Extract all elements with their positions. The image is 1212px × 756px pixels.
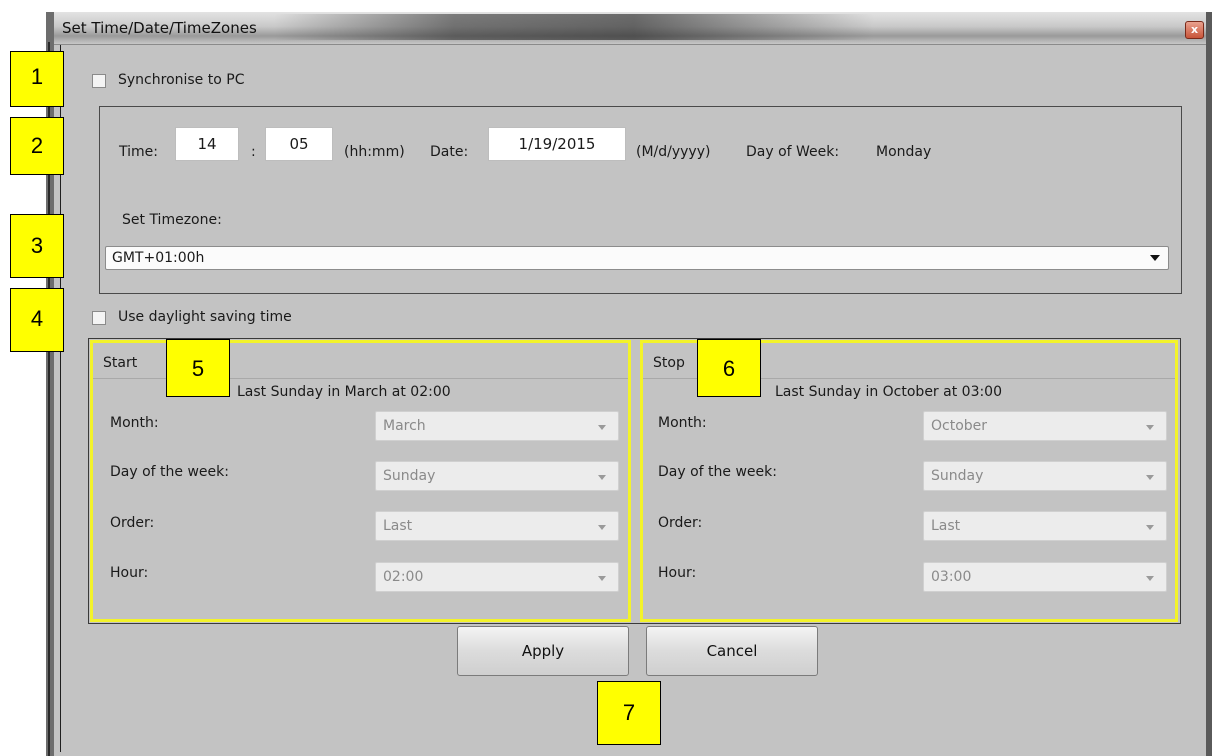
timezone-select[interactable]: GMT+01:00h [105,246,1169,270]
stop-day-value: Sunday [931,468,984,484]
apply-button[interactable]: Apply [457,626,629,676]
date-input[interactable]: 1/19/2015 [488,127,626,161]
close-icon[interactable]: x [1185,21,1204,39]
start-panel-title: Start [103,355,138,371]
callout-7: 7 [597,681,661,745]
stop-month-label: Month: [658,415,707,431]
stop-order-select[interactable]: Last [923,511,1167,541]
stop-summary: Last Sunday in October at 03:00 [775,384,1003,400]
date-format-hint: (M/d/yyyy) [636,144,711,160]
start-order-label: Order: [110,515,155,531]
stop-order-value: Last [931,518,961,534]
stop-hour-label: Hour: [658,565,697,581]
start-summary: Last Sunday in March at 02:00 [237,384,451,400]
stop-order-label: Order: [658,515,703,531]
start-order-select[interactable]: Last [375,511,619,541]
callout-3: 3 [10,214,64,278]
start-hour-value: 02:00 [383,569,424,585]
title-bar-glass [274,14,874,40]
start-day-label: Day of the week: [110,464,229,480]
dst-checkbox[interactable] [92,311,106,325]
chevron-down-icon [1146,525,1154,530]
hour-input[interactable]: 14 [175,127,239,161]
chevron-down-icon [598,576,606,581]
callout-6: 6 [697,339,761,397]
stop-panel-title: Stop [653,355,685,371]
callout-5: 5 [166,339,230,397]
start-month-value: March [383,418,426,434]
stop-month-value: October [931,418,988,434]
day-of-week-label: Day of Week: [746,144,840,160]
datetime-group: Time: 14 : 05 (hh:mm) Date: 1/19/2015 (M… [99,106,1182,294]
stop-hour-value: 03:00 [931,569,972,585]
start-month-select[interactable]: March [375,411,619,441]
callout-2: 2 [10,117,64,175]
chevron-down-icon [598,425,606,430]
chevron-down-icon [1150,255,1160,261]
window-title: Set Time/Date/TimeZones [62,19,257,37]
date-label: Date: [430,144,469,160]
dst-label: Use daylight saving time [118,309,292,325]
callout-4: 4 [10,288,64,352]
chevron-down-icon [598,525,606,530]
stop-month-select[interactable]: October [923,411,1167,441]
sync-to-pc-checkbox[interactable] [92,74,106,88]
start-month-label: Month: [110,415,159,431]
time-label: Time: [119,144,158,160]
start-hour-label: Hour: [110,565,149,581]
time-format-hint: (hh:mm) [344,144,405,160]
start-hour-select[interactable]: 02:00 [375,562,619,592]
start-day-select[interactable]: Sunday [375,461,619,491]
sync-to-pc-label: Synchronise to PC [118,72,245,88]
start-order-value: Last [383,518,413,534]
timezone-label: Set Timezone: [122,212,222,228]
title-bar[interactable]: Set Time/Date/TimeZones x [54,12,1206,45]
time-separator: : [251,144,256,160]
stop-hour-select[interactable]: 03:00 [923,562,1167,592]
chevron-down-icon [1146,576,1154,581]
timezone-selected-value: GMT+01:00h [112,250,205,266]
dialog-content: Synchronise to PC Time: 14 : 05 (hh:mm) … [54,45,1206,756]
stop-day-select[interactable]: Sunday [923,461,1167,491]
stop-day-label: Day of the week: [658,464,777,480]
day-of-week-value: Monday [876,144,932,160]
start-day-value: Sunday [383,468,436,484]
chevron-down-icon [1146,425,1154,430]
minute-input[interactable]: 05 [265,127,333,161]
chevron-down-icon [1146,475,1154,480]
callout-1: 1 [10,51,64,107]
chevron-down-icon [598,475,606,480]
cancel-button[interactable]: Cancel [646,626,818,676]
